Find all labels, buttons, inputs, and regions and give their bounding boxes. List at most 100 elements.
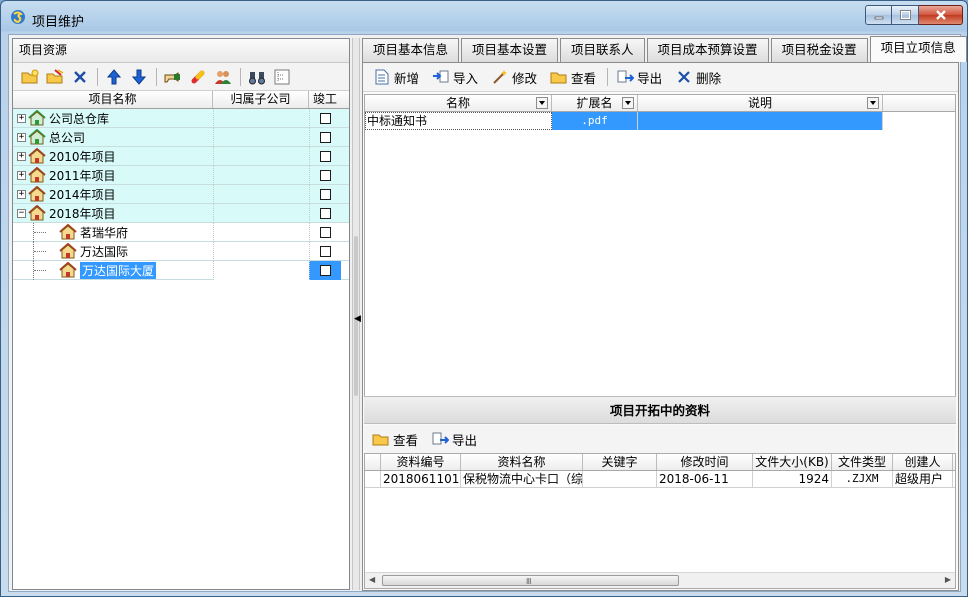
tab-1[interactable]: 项目基本设置 xyxy=(461,38,559,62)
expand-icon[interactable]: + xyxy=(17,132,26,142)
tree-node-name[interactable]: 万达国际大厦 xyxy=(13,260,213,280)
tree-node[interactable]: +2010年项目 xyxy=(13,146,349,166)
completed-checkbox[interactable] xyxy=(320,264,331,276)
tree-node-subsidiary[interactable] xyxy=(213,222,309,242)
scroll-thumb[interactable]: Ⅲ xyxy=(382,575,679,586)
expand-icon[interactable]: + xyxy=(17,170,26,180)
tab-4[interactable]: 项目税金设置 xyxy=(770,38,868,62)
search-button[interactable] xyxy=(246,66,268,88)
tab-3[interactable]: 项目成本预算设置 xyxy=(646,38,769,62)
col-subsidiary[interactable]: 归属子公司 xyxy=(213,91,309,108)
tree-node[interactable]: − 2018年项目 xyxy=(13,203,349,223)
close-button[interactable] xyxy=(919,5,963,25)
completed-checkbox[interactable] xyxy=(320,112,331,124)
col-description[interactable]: 说明 xyxy=(638,95,883,111)
collapse-arrow-icon[interactable]: ◀ xyxy=(354,314,361,324)
horizontal-scrollbar[interactable]: ◀ Ⅲ ▶ xyxy=(365,572,955,588)
minimize-button[interactable] xyxy=(865,5,892,25)
edit-button[interactable]: 修改 xyxy=(491,68,537,87)
cell-name[interactable]: 中标通知书 xyxy=(365,112,552,130)
move-up-button[interactable] xyxy=(103,66,125,88)
completed-checkbox[interactable] xyxy=(320,131,331,143)
tab-0[interactable]: 项目基本信息 xyxy=(362,38,460,62)
tree-node[interactable]: + 总公司 xyxy=(13,127,349,147)
completed-checkbox[interactable] xyxy=(320,226,331,238)
tree-node-subsidiary[interactable] xyxy=(213,146,309,166)
cell-extension[interactable]: .pdf xyxy=(552,112,638,130)
tree-node-name[interactable]: + 总公司 xyxy=(13,128,213,147)
tree-node-subsidiary[interactable] xyxy=(213,127,309,147)
tree-node-name[interactable]: +2011年项目 xyxy=(13,166,213,185)
delete-button[interactable]: 删除 xyxy=(675,68,721,87)
materials-view-button[interactable]: 查看 xyxy=(372,430,418,449)
completed-checkbox[interactable] xyxy=(320,169,331,181)
filter-dropdown-icon[interactable] xyxy=(867,97,879,109)
tree-node[interactable]: + 公司总仓库 xyxy=(13,108,349,128)
col-doc-id[interactable]: 资料编号 xyxy=(381,454,461,470)
tree-node-name[interactable]: 万达国际 xyxy=(13,241,213,261)
col-name[interactable]: 名称 xyxy=(365,95,552,111)
col-creator[interactable]: 创建人 xyxy=(893,454,953,470)
col-doc-name[interactable]: 资料名称 xyxy=(461,454,583,470)
title-bar[interactable]: 项目维护 xyxy=(1,1,967,31)
tree-node[interactable]: +2011年项目 xyxy=(13,165,349,185)
tree-node-subsidiary[interactable] xyxy=(213,203,309,223)
col-keyword[interactable]: 关键字 xyxy=(583,454,657,470)
tab-2[interactable]: 项目联系人 xyxy=(560,38,645,62)
col-modified-time[interactable]: 修改时间 xyxy=(657,454,753,470)
table-row[interactable]: 中标通知书 .pdf xyxy=(365,112,955,130)
new-button[interactable]: 新增 xyxy=(373,68,419,87)
scroll-right-icon[interactable]: ▶ xyxy=(945,575,951,584)
delete-node-button[interactable] xyxy=(69,66,91,88)
cell-modified-time[interactable]: 2018-06-11 xyxy=(657,471,753,487)
hand-button[interactable] xyxy=(162,66,184,88)
col-file-type[interactable]: 文件类型 xyxy=(832,454,893,470)
tree-node[interactable]: 茗瑞华府 xyxy=(13,222,349,242)
export-button[interactable]: 导出 xyxy=(616,68,662,87)
panel-splitter[interactable]: ◀ xyxy=(352,38,361,590)
collapse-icon[interactable]: − xyxy=(17,208,26,218)
cell-description[interactable] xyxy=(638,112,883,130)
expand-icon[interactable]: + xyxy=(17,151,26,161)
cell-keyword[interactable] xyxy=(583,471,657,487)
cell-creator[interactable]: 超级用户 xyxy=(893,471,953,487)
expand-icon[interactable]: + xyxy=(17,113,26,123)
completed-checkbox[interactable] xyxy=(320,188,331,200)
completed-checkbox[interactable] xyxy=(320,150,331,162)
tree-view-button[interactable] xyxy=(271,66,293,88)
cell-file-type[interactable]: .ZJXM xyxy=(832,471,893,487)
tree-node-subsidiary[interactable] xyxy=(213,108,309,128)
expand-icon[interactable]: + xyxy=(17,189,26,199)
import-button[interactable]: 导入 xyxy=(432,68,478,87)
tree-node-subsidiary[interactable] xyxy=(213,165,309,185)
tree-node-subsidiary[interactable] xyxy=(213,260,309,280)
tree-node-subsidiary[interactable] xyxy=(213,241,309,261)
tree-node[interactable]: 万达国际大厦 xyxy=(13,260,349,280)
cell-doc-name[interactable]: 保税物流中心卡口（综 xyxy=(461,471,583,487)
add-folder-button[interactable] xyxy=(19,66,41,88)
cell-file-size[interactable]: 1924 xyxy=(753,471,832,487)
users-button[interactable] xyxy=(212,66,234,88)
tree-node[interactable]: +2014年项目 xyxy=(13,184,349,204)
tree-node-name[interactable]: 茗瑞华府 xyxy=(13,222,213,242)
edit-folder-button[interactable] xyxy=(44,66,66,88)
tree-node-name[interactable]: +2014年项目 xyxy=(13,185,213,204)
col-extension[interactable]: 扩展名 xyxy=(552,95,638,111)
tree-node-subsidiary[interactable] xyxy=(213,184,309,204)
col-completed[interactable]: 竣工 xyxy=(309,91,341,108)
completed-checkbox[interactable] xyxy=(320,207,331,219)
tree-node-name[interactable]: + 公司总仓库 xyxy=(13,109,213,128)
tab-5[interactable]: 项目立项信息 xyxy=(869,36,967,62)
col-file-size[interactable]: 文件大小(KB) xyxy=(753,454,832,470)
cell-doc-id[interactable]: 2018061101 xyxy=(381,471,461,487)
col-project-name[interactable]: 项目名称 xyxy=(13,91,213,108)
scroll-left-icon[interactable]: ◀ xyxy=(369,575,375,584)
materials-export-button[interactable]: 导出 xyxy=(431,430,477,449)
completed-checkbox[interactable] xyxy=(320,245,331,257)
tree-node-name[interactable]: − 2018年项目 xyxy=(13,204,213,223)
move-down-button[interactable] xyxy=(128,66,150,88)
tree-node[interactable]: 万达国际 xyxy=(13,241,349,261)
maximize-button[interactable] xyxy=(892,5,919,25)
view-button[interactable]: 查看 xyxy=(550,68,596,87)
filter-dropdown-icon[interactable] xyxy=(536,97,548,109)
